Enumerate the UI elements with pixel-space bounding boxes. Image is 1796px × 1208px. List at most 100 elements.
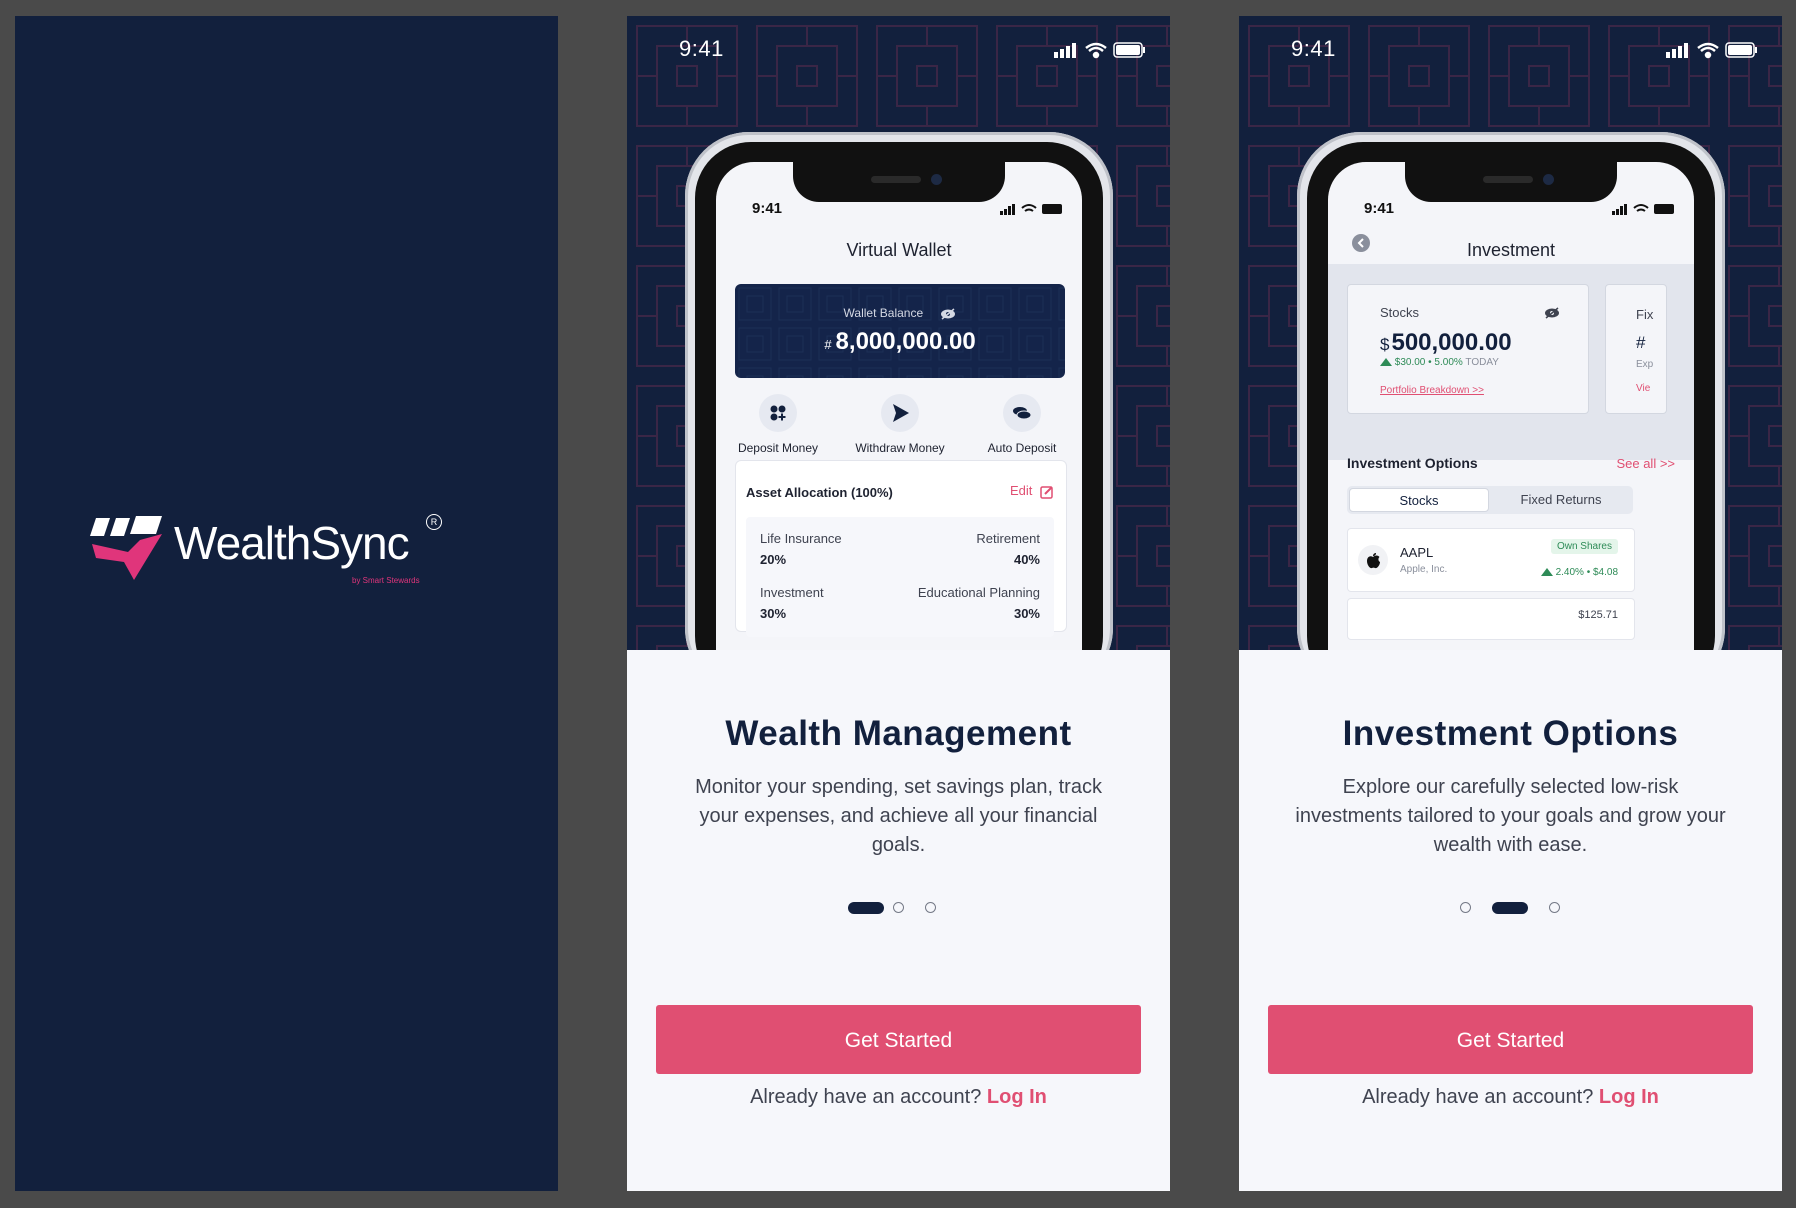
phone-status-icons [1612,204,1674,215]
registered-mark: R [426,514,442,530]
apple-icon [1367,553,1380,569]
status-bar: 9:41 [627,34,1170,64]
phone-mockup: 9:41 Investment Stocks $500,000.00 $30.0… [1297,132,1725,650]
allocation-retirement: Retirement 40% [976,531,1040,567]
brand-logo: WealthSync R by Smart Stewards [90,514,450,594]
status-time: 9:41 [679,36,724,61]
see-all-link[interactable]: See all >> [1616,456,1675,471]
allocation-life-insurance: Life Insurance 20% [760,531,842,567]
phone-status-bar: 9:41 [1328,200,1694,220]
deposit-icon [770,405,786,421]
investment-options-title: Investment Options [1347,455,1478,471]
asset-allocation-card: Asset Allocation (100%) Edit Life Insura… [735,460,1067,637]
page-dot-3[interactable] [1549,902,1560,913]
page-dot-3[interactable] [925,902,936,913]
login-link[interactable]: Log In [1599,1086,1659,1108]
page-dot-2[interactable] [893,902,904,913]
page-indicator [627,900,1170,916]
page-dot-1[interactable] [1460,902,1471,913]
brand-tagline: by Smart Stewards [352,576,420,585]
wifi-icon [1697,42,1719,59]
edit-label: Edit [1009,483,1033,498]
splash-screen: WealthSync R by Smart Stewards [15,16,558,1191]
fixed-returns-card[interactable]: Fix # Exp Vie [1605,284,1667,414]
app-title: Investment [1466,240,1556,260]
wifi-icon [1085,42,1107,59]
login-prompt: Already have an account? Log In [627,1086,1170,1109]
login-link[interactable]: Log In [987,1086,1047,1108]
status-bar: 9:41 [1239,34,1782,64]
phone-display: 9:41 Investment Stocks $500,000.00 $30.0… [1328,162,1694,650]
stocks-label: Stocks [1380,305,1420,320]
deposit-money-button[interactable]: Deposit Money [718,394,838,455]
login-prompt-text: Already have an account? [1362,1086,1594,1108]
app-title: Virtual Wallet [846,240,952,260]
onboarding-wealth-screen: 9:41 9:41 Virtual Wallet Wallet Balance … [627,16,1170,1191]
stocks-currency: $ [1380,335,1390,354]
signal-icon [1666,43,1688,58]
onboarding-heading: Wealth Management [725,714,1072,753]
status-time: 9:41 [1291,36,1336,61]
page-dot-1[interactable] [848,902,884,914]
stocks-change-period: TODAY [1465,357,1499,368]
auto-deposit-button[interactable]: Auto Deposit [962,394,1082,455]
phone-status-bar: 9:41 [716,200,1082,220]
fixed-card-label: Fix [1636,307,1654,322]
withdraw-money-button[interactable]: Withdraw Money [840,394,960,455]
onboarding-investment-screen: 9:41 9:41 Investment Stocks $500,000.00 … [1239,16,1782,1191]
stock-change: 2.40% • $4.08 [1555,567,1618,578]
investment-tabs: Stocks Fixed Returns [1347,486,1633,514]
login-prompt-text: Already have an account? [750,1086,982,1108]
edit-icon [1040,485,1053,499]
partial-row-value: $125.71 [1578,609,1618,621]
hero-area: 9:41 9:41 Investment Stocks $500,000.00 … [1239,16,1782,650]
tab-fixed-returns[interactable]: Fixed Returns [1491,488,1631,512]
fixed-card-link[interactable]: Vie [1636,383,1650,394]
login-prompt: Already have an account? Log In [1239,1086,1782,1109]
hero-area: 9:41 9:41 Virtual Wallet Wallet Balance … [627,16,1170,650]
send-icon [893,404,909,422]
wallet-balance-label: Wallet Balance [843,306,924,320]
edit-allocation-button[interactable]: Edit [1010,483,1054,499]
fixed-card-currency: # [1636,333,1646,352]
onboarding-description: Monitor your spending, set savings plan,… [695,776,1102,856]
get-started-button[interactable]: Get Started [656,1005,1141,1074]
camera-icon [931,174,942,185]
status-icons [1666,42,1757,59]
phone-mockup: 9:41 Virtual Wallet Wallet Balance # 8,0… [685,132,1113,650]
phone-status-icons [1000,204,1062,215]
onboarding-heading: Investment Options [1342,714,1679,753]
auto-deposit-label: Auto Deposit [987,441,1057,455]
battery-icon [1113,42,1145,58]
wallet-amount: 8,000,000.00 [835,328,976,355]
battery-icon [1725,42,1757,58]
wallet-balance-card: Wallet Balance #8,000,000.00 [735,284,1065,378]
withdraw-money-label: Withdraw Money [855,441,945,455]
tab-stocks[interactable]: Stocks [1349,488,1489,512]
page-indicator [1239,900,1782,916]
deposit-money-label: Deposit Money [737,441,819,455]
phone-time: 9:41 [752,200,783,217]
eye-slash-icon[interactable] [940,308,956,320]
stock-row-partial[interactable]: $125.71 [1347,598,1635,640]
get-started-button[interactable]: Get Started [1268,1005,1753,1074]
stock-row-aapl[interactable]: AAPL Apple, Inc. Own Shares 2.40% • $4.0… [1347,528,1635,592]
page-dot-2[interactable] [1492,902,1528,914]
stocks-amount: 500,000.00 [1391,329,1512,356]
onboarding-description: Explore our carefully selected low-risk … [1295,776,1726,856]
stocks-change: $30.00 • 5.00% [1394,357,1463,368]
eye-slash-icon[interactable] [1544,307,1560,319]
wallet-actions: Deposit Money Withdraw Money Auto Deposi… [716,394,1082,464]
allocation-grid: Life Insurance 20% Retirement 40% Investme… [746,517,1054,637]
asset-allocation-title: Asset Allocation (100%) [746,485,893,500]
up-arrow-icon [1380,358,1392,367]
stock-symbol: AAPL [1400,545,1434,560]
stocks-card[interactable]: Stocks $500,000.00 $30.00 • 5.00% TODAY … [1347,284,1589,414]
onboarding-content: Wealth Management Monitor your spending,… [627,650,1170,1191]
coins-icon [1013,407,1032,420]
portfolio-breakdown-link[interactable]: Portfolio Breakdown >> [1380,385,1484,396]
stock-name: Apple, Inc. [1400,564,1448,575]
allocation-investment: Investment 30% [760,585,824,621]
signal-icon [1054,43,1076,58]
phone-display: 9:41 Virtual Wallet Wallet Balance # 8,0… [716,162,1082,650]
